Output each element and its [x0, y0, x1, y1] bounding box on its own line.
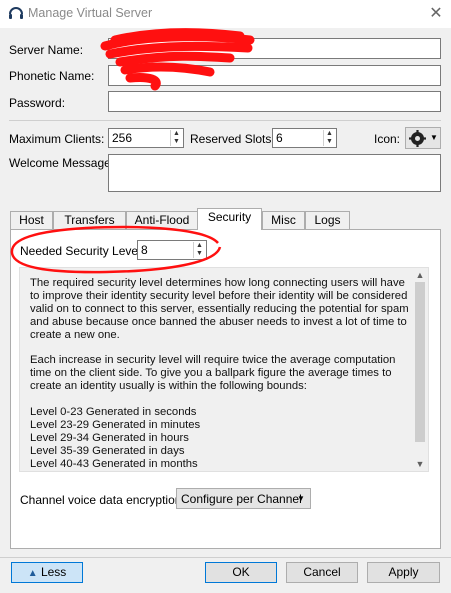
phonetic-name-label: Phonetic Name: — [9, 69, 95, 83]
less-button-label: Less — [40, 565, 67, 579]
max-clients-spinner[interactable]: 256 ▲ ▼ — [108, 128, 184, 148]
scrollbar-thumb[interactable] — [415, 282, 425, 442]
apply-button[interactable]: Apply — [367, 562, 440, 583]
welcome-message-input[interactable] — [108, 154, 441, 192]
level-line: Level 29-34 Generated in hours — [30, 431, 189, 444]
description-paragraph: The required security level determines h… — [30, 277, 409, 341]
reserved-slots-value: 6 — [276, 131, 283, 145]
password-label: Password: — [9, 96, 66, 110]
encryption-select[interactable]: Configure per Channel ▼ — [176, 488, 311, 509]
icon-label: Icon: — [374, 132, 401, 146]
welcome-message-label: Welcome Message: — [9, 156, 115, 170]
encryption-select-value: Configure per Channel — [181, 492, 302, 506]
tab-security[interactable]: Security — [197, 208, 262, 230]
divider — [0, 557, 451, 558]
reserved-slots-label: Reserved Slots: — [190, 132, 275, 146]
less-button[interactable]: ▲ Less — [11, 562, 83, 583]
encryption-label: Channel voice data encryption: — [20, 493, 185, 507]
password-input[interactable] — [108, 91, 441, 112]
tab-misc[interactable]: Misc — [262, 211, 305, 229]
server-name-label: Server Name: — [9, 43, 84, 57]
triangle-up-icon: ▲ — [27, 568, 38, 579]
spin-up-icon[interactable]: ▲ — [324, 130, 335, 138]
app-icon — [8, 6, 24, 22]
icon-picker[interactable]: ▼ — [405, 127, 441, 149]
reserved-slots-spinner[interactable]: 6 ▲ ▼ — [272, 128, 337, 148]
scroll-up-icon[interactable]: ▲ — [412, 268, 428, 282]
scrollbar[interactable]: ▲ ▼ — [412, 268, 428, 471]
level-line: Level 35-39 Generated in days — [30, 444, 185, 457]
close-icon[interactable]: ✕ — [421, 2, 451, 26]
security-description[interactable]: The required security level determines h… — [19, 267, 429, 472]
max-clients-value: 256 — [112, 131, 133, 145]
max-clients-label: Maximum Clients: — [9, 132, 105, 146]
spin-down-icon[interactable]: ▼ — [194, 250, 205, 258]
window-title: Manage Virtual Server — [28, 6, 153, 20]
chevron-down-icon: ▼ — [297, 494, 305, 503]
level-line: Level 0-23 Generated in seconds — [30, 406, 197, 419]
description-paragraph: Each increase in security level will req… — [30, 354, 396, 393]
spin-down-icon[interactable]: ▼ — [324, 138, 335, 146]
chevron-down-icon: ▼ — [430, 133, 438, 142]
tab-transfers[interactable]: Transfers — [53, 211, 126, 229]
divider — [9, 120, 441, 121]
gear-icon — [409, 130, 426, 150]
security-level-label: Needed Security Level: — [20, 244, 145, 258]
tab-anti-flood[interactable]: Anti-Flood — [126, 211, 198, 229]
phonetic-name-input[interactable] — [108, 65, 441, 86]
level-line: Level 23-29 Generated in minutes — [30, 418, 201, 431]
tab-host[interactable]: Host — [10, 211, 53, 229]
tab-logs[interactable]: Logs — [305, 211, 350, 229]
level-line: Level 40-43 Generated in months — [30, 457, 198, 470]
ok-button[interactable]: OK — [205, 562, 277, 583]
spin-down-icon[interactable]: ▼ — [171, 138, 182, 146]
scroll-down-icon[interactable]: ▼ — [412, 457, 428, 471]
security-level-value: 8 — [141, 243, 148, 257]
server-name-input[interactable] — [108, 38, 441, 59]
spin-up-icon[interactable]: ▲ — [194, 242, 205, 250]
security-level-spinner[interactable]: 8 ▲ ▼ — [137, 240, 207, 260]
spin-up-icon[interactable]: ▲ — [171, 130, 182, 138]
cancel-button[interactable]: Cancel — [286, 562, 358, 583]
